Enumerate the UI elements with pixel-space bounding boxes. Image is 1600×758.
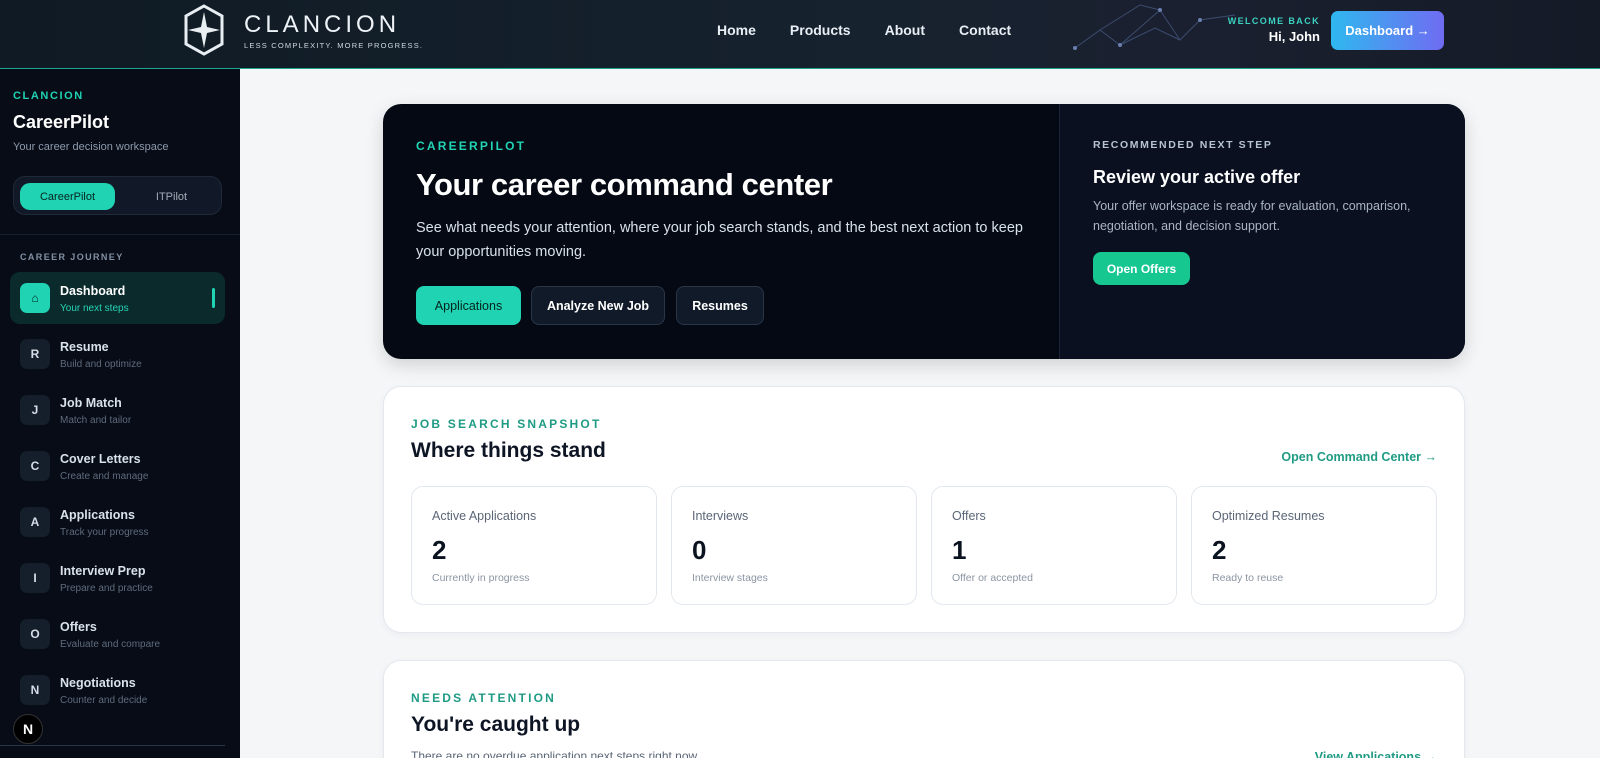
resumes-button[interactable]: Resumes [676, 286, 764, 325]
resume-badge-icon: R [20, 339, 50, 369]
stat-caption: Offer or accepted [952, 572, 1033, 584]
sidebar-item-label: Offers [60, 620, 97, 634]
sidebar-item-resume[interactable]: R Resume Build and optimize [10, 328, 225, 380]
sidebar-item-label: Job Match [60, 396, 122, 410]
attention-kicker: NEEDS ATTENTION [411, 691, 557, 705]
sidebar-item-desc: Prepare and practice [60, 583, 153, 594]
negotiations-badge-icon: N [20, 675, 50, 705]
sidebar-item-desc: Counter and decide [60, 695, 148, 706]
sidebar-item-offers[interactable]: O Offers Evaluate and compare [10, 608, 225, 660]
clancion-logo-icon [184, 4, 224, 56]
brand-logo[interactable]: CLANCION LESS COMPLEXITY. MORE PROGRESS. [182, 2, 423, 58]
applications-badge-icon: A [20, 507, 50, 537]
sidebar-item-label: Negotiations [60, 676, 136, 690]
nav-home[interactable]: Home [717, 22, 756, 38]
sidebar-title: CareerPilot [13, 112, 110, 132]
user-greeting: Hi, John [1268, 29, 1320, 44]
stat-value: 2 [432, 535, 447, 565]
interview-prep-badge-icon: I [20, 563, 50, 593]
stat-caption: Interview stages [692, 572, 768, 584]
offers-badge-icon: O [20, 619, 50, 649]
hero-main: CAREERPILOT Your career command center S… [383, 104, 1059, 359]
nav-products[interactable]: Products [790, 22, 851, 38]
toggle-careerpilot[interactable]: CareerPilot [20, 183, 115, 210]
sidebar-item-desc: Your next steps [60, 303, 129, 314]
stat-label: Optimized Resumes [1212, 509, 1325, 523]
product-toggle: CareerPilot ITPilot [13, 176, 222, 215]
sidebar-item-desc: Track your progress [60, 527, 149, 538]
recommend-title: Review your active offer [1093, 167, 1301, 187]
snapshot-kicker: JOB SEARCH SNAPSHOT [411, 417, 602, 431]
attention-text: There are no overdue application next st… [411, 749, 700, 758]
stat-value: 1 [952, 535, 967, 565]
sidebar-item-interview-prep[interactable]: I Interview Prep Prepare and practice [10, 552, 225, 604]
recommended-next-step: RECOMMENDED NEXT STEP Review your active… [1059, 104, 1465, 359]
sidebar-item-desc: Evaluate and compare [60, 639, 161, 650]
sidebar-item-desc: Create and manage [60, 471, 149, 482]
view-applications-link[interactable]: View Applications → [1315, 750, 1437, 758]
sidebar-item-desc: Match and tailor [60, 415, 132, 426]
sidebar-item-applications[interactable]: A Applications Track your progress [10, 496, 225, 548]
sidebar-section-label: CAREER JOURNEY [20, 252, 124, 262]
stat-label: Offers [952, 509, 986, 523]
sidebar-brand: CLANCION [13, 90, 84, 102]
hero-title: Your career command center [416, 167, 833, 202]
nav-about[interactable]: About [885, 22, 925, 38]
stat-value: 0 [692, 535, 707, 565]
sidebar: CLANCION CareerPilot Your career decisio… [0, 69, 240, 758]
welcome-block: WELCOME BACK Hi, John [1228, 16, 1320, 44]
home-icon: ⌂ [20, 283, 50, 313]
welcome-label: WELCOME BACK [1227, 16, 1320, 26]
needs-attention-card: NEEDS ATTENTION You're caught up There a… [383, 660, 1465, 758]
sidebar-item-job-match[interactable]: J Job Match Match and tailor [10, 384, 225, 436]
analyze-new-job-button[interactable]: Analyze New Job [531, 286, 665, 325]
stat-offers[interactable]: Offers 1 Offer or accepted [931, 486, 1177, 605]
cover-letters-badge-icon: C [20, 451, 50, 481]
stat-label: Active Applications [432, 509, 537, 523]
sidebar-bottom-divider [0, 745, 225, 746]
sidebar-item-label: Cover Letters [60, 452, 141, 466]
sidebar-item-dashboard[interactable]: ⌂ Dashboard Your next steps [10, 272, 225, 324]
stat-value: 2 [1212, 535, 1227, 565]
snapshot-title: Where things stand [411, 439, 606, 462]
attention-title: You're caught up [411, 713, 581, 736]
dashboard-button[interactable]: Dashboard → [1331, 11, 1444, 50]
sidebar-item-label: Applications [60, 508, 136, 522]
applications-button[interactable]: Applications [416, 286, 521, 325]
nav-contact[interactable]: Contact [959, 22, 1011, 38]
hero-description: See what needs your attention, where you… [416, 220, 1023, 260]
logo-name: CLANCION [244, 10, 401, 38]
sidebar-item-label: Resume [60, 340, 109, 354]
hero-kicker: CAREERPILOT [416, 139, 527, 153]
stat-caption: Ready to reuse [1212, 572, 1284, 584]
logo-tagline: LESS COMPLEXITY. MORE PROGRESS. [244, 40, 424, 50]
sidebar-item-label: Interview Prep [60, 564, 146, 578]
sidebar-item-negotiations[interactable]: N Negotiations Counter and decide [10, 664, 225, 716]
stat-interviews[interactable]: Interviews 0 Interview stages [671, 486, 917, 605]
dev-tools-icon[interactable]: N [13, 714, 43, 744]
active-indicator [212, 288, 215, 308]
toggle-itpilot[interactable]: ITPilot [124, 183, 219, 210]
stat-caption: Currently in progress [432, 572, 530, 584]
sidebar-divider [0, 234, 240, 235]
sidebar-item-label: Dashboard [60, 284, 126, 298]
hero-panel: CAREERPILOT Your career command center S… [383, 104, 1465, 359]
top-navigation-bar: CLANCION LESS COMPLEXITY. MORE PROGRESS.… [0, 0, 1600, 69]
recommend-description: Your offer workspace is ready for evalua… [1093, 199, 1411, 233]
sidebar-subtitle: Your career decision workspace [13, 141, 169, 153]
stat-active-applications[interactable]: Active Applications 2 Currently in progr… [411, 486, 657, 605]
stat-label: Interviews [692, 509, 749, 523]
open-command-center-link[interactable]: Open Command Center → [1281, 450, 1437, 464]
sidebar-item-cover-letters[interactable]: C Cover Letters Create and manage [10, 440, 225, 492]
stat-optimized-resumes[interactable]: Optimized Resumes 2 Ready to reuse [1191, 486, 1437, 605]
open-offers-button[interactable]: Open Offers [1093, 252, 1190, 285]
job-match-badge-icon: J [20, 395, 50, 425]
sidebar-item-desc: Build and optimize [60, 359, 142, 370]
job-search-snapshot-card: JOB SEARCH SNAPSHOT Where things stand O… [383, 386, 1465, 633]
recommend-kicker: RECOMMENDED NEXT STEP [1093, 139, 1273, 151]
main-nav: Home Products About Contact [717, 22, 1011, 38]
